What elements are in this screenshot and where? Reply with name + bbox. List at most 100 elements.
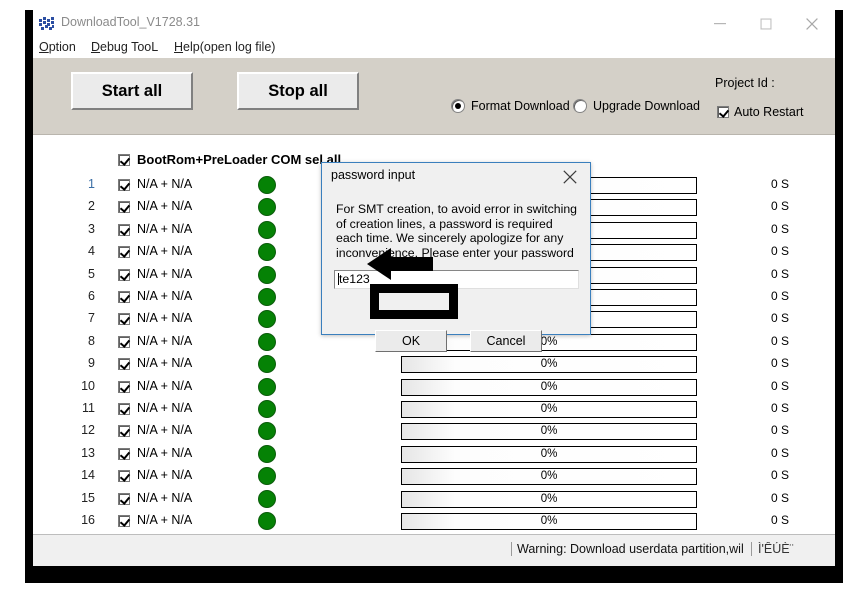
download-tool-window: DownloadTool_V1728.31 Option Debug TooL … (33, 10, 835, 566)
status-led-icon (258, 512, 276, 530)
status-led-icon (258, 176, 276, 194)
row-checkbox[interactable] (118, 291, 130, 303)
dialog-body: For SMT creation, to avoid error in swit… (322, 190, 590, 352)
radio-format-download[interactable]: Format Download (451, 99, 570, 113)
app-icon (39, 17, 55, 32)
menu-item-help[interactable]: Help(open log file) (174, 40, 275, 54)
dialog-close-icon[interactable] (552, 163, 590, 190)
row-port-label: N/A + N/A (137, 244, 193, 259)
row-elapsed-time: 0 S (771, 311, 790, 326)
status-led-icon (258, 422, 276, 441)
dialog-title: password input (331, 168, 416, 182)
radio-format-download-label: Format Download (471, 99, 570, 113)
close-button[interactable] (789, 10, 835, 38)
row-checkbox[interactable] (118, 246, 130, 259)
row-port-label: N/A + N/A (137, 378, 193, 393)
stop-all-button[interactable]: Stop all (237, 72, 359, 110)
table-row[interactable]: 12 N/A + N/A 0% 0 S (33, 421, 835, 443)
status-led-icon (258, 467, 276, 486)
select-all-header[interactable]: BootRom+PreLoader COM sel all (118, 152, 341, 167)
row-port-label: N/A + N/A (137, 333, 193, 348)
table-row[interactable]: 9 N/A + N/A 0% 0 S (33, 354, 835, 376)
row-port-label: N/A + N/A (137, 266, 193, 281)
status-led-icon (258, 377, 276, 396)
row-checkbox[interactable] (118, 380, 130, 393)
menu-item-option[interactable]: Option (39, 40, 76, 54)
status-led-icon (258, 332, 276, 351)
row-elapsed-time: 0 S (771, 177, 790, 191)
minimize-button[interactable] (697, 10, 743, 38)
row-port-label: N/A + N/A (137, 221, 193, 236)
progress-bar: 0% (401, 378, 697, 396)
row-checkbox[interactable] (118, 201, 130, 214)
row-number: 10 (81, 378, 95, 393)
row-number: 8 (88, 333, 95, 348)
row-elapsed-time: 0 S (771, 199, 790, 214)
maximize-button[interactable] (743, 10, 789, 38)
table-row[interactable]: 14 N/A + N/A 0% 0 S (33, 466, 835, 488)
row-checkbox[interactable] (118, 447, 130, 460)
status-led-icon (258, 444, 276, 463)
row-checkbox[interactable] (118, 268, 130, 281)
table-row[interactable]: 10 N/A + N/A 0% 0 S (33, 377, 835, 399)
auto-restart-checkbox[interactable]: Auto Restart (717, 105, 803, 119)
password-input[interactable]: te123 (334, 270, 579, 289)
row-number: 9 (88, 356, 95, 371)
menu-bar: Option Debug TooL Help(open log file) (33, 38, 835, 58)
row-elapsed-time: 0 S (771, 401, 790, 415)
row-checkbox[interactable] (118, 403, 130, 415)
status-led-icon (258, 310, 276, 329)
status-extra-text: Ì'ÊÚÈ¨ (751, 542, 794, 556)
row-port-label: N/A + N/A (137, 445, 193, 460)
table-row[interactable]: 16 N/A + N/A 0% 0 S (33, 511, 835, 533)
row-port-label: N/A + N/A (137, 177, 193, 191)
select-all-check-indicator (118, 153, 130, 166)
progress-bar: 0% (401, 445, 697, 463)
row-number: 4 (88, 244, 95, 259)
row-number: 2 (88, 199, 95, 214)
row-elapsed-time: 0 S (771, 244, 790, 259)
row-port-label: N/A + N/A (137, 289, 193, 303)
progress-bar: 0% (401, 401, 697, 418)
start-all-button[interactable]: Start all (71, 72, 193, 110)
row-elapsed-time: 0 S (771, 221, 790, 236)
row-elapsed-time: 0 S (771, 468, 790, 483)
row-checkbox[interactable] (118, 515, 130, 527)
status-led-icon (258, 288, 276, 306)
table-row[interactable]: 13 N/A + N/A 0% 0 S (33, 444, 835, 466)
table-row[interactable]: 15 N/A + N/A 0% 0 S (33, 489, 835, 511)
row-checkbox[interactable] (118, 313, 130, 326)
radio-upgrade-download[interactable]: Upgrade Download (573, 99, 700, 113)
radio-upgrade-download-indicator (573, 99, 587, 113)
table-row[interactable]: 11 N/A + N/A 0% 0 S (33, 399, 835, 421)
row-checkbox[interactable] (118, 470, 130, 483)
row-elapsed-time: 0 S (771, 356, 790, 371)
select-all-label: BootRom+PreLoader COM sel all (137, 152, 342, 167)
row-checkbox[interactable] (118, 425, 130, 438)
cancel-button[interactable]: Cancel (470, 330, 542, 352)
row-number: 15 (81, 490, 95, 505)
status-led-icon (258, 220, 276, 239)
status-led-icon (258, 355, 276, 374)
radio-upgrade-download-label: Upgrade Download (593, 99, 701, 113)
screenshot-root: DownloadTool_V1728.31 Option Debug TooL … (0, 0, 868, 591)
row-number: 3 (88, 221, 95, 236)
row-elapsed-time: 0 S (771, 289, 790, 303)
row-checkbox[interactable] (118, 358, 130, 371)
row-checkbox[interactable] (118, 179, 130, 191)
row-port-label: N/A + N/A (137, 423, 193, 438)
row-checkbox[interactable] (118, 223, 130, 236)
row-number: 13 (81, 445, 95, 460)
row-number: 11 (82, 401, 95, 415)
row-checkbox[interactable] (118, 335, 130, 348)
row-port-label: N/A + N/A (137, 199, 193, 214)
row-elapsed-time: 0 S (771, 513, 790, 527)
row-checkbox[interactable] (118, 492, 130, 505)
status-bar: Warning: Download userdata partition,wil… (33, 534, 835, 566)
row-port-label: N/A + N/A (137, 513, 193, 527)
row-port-label: N/A + N/A (137, 311, 193, 326)
row-elapsed-time: 0 S (771, 490, 790, 505)
menu-item-debug-tool[interactable]: Debug TooL (91, 40, 158, 54)
auto-restart-check-indicator (717, 106, 729, 118)
ok-button[interactable]: OK (375, 330, 447, 352)
